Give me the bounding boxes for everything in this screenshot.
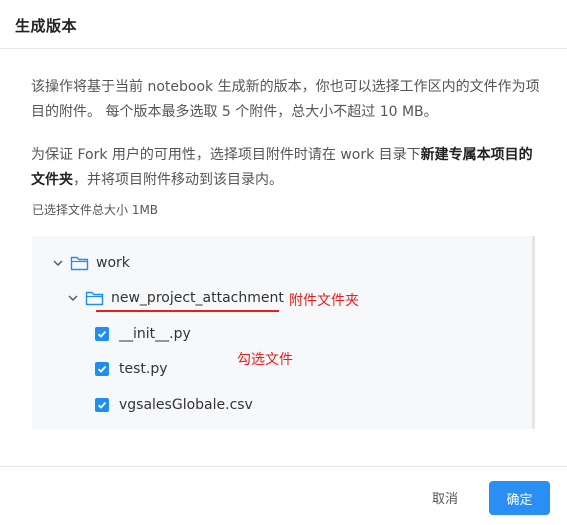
chevron-down-icon[interactable] <box>67 292 79 304</box>
checkmark-icon <box>97 401 107 409</box>
file-checkbox[interactable] <box>95 398 109 412</box>
tree-node-new-project-attachment[interactable]: new_project_attachment <box>67 286 284 310</box>
tree-file-row[interactable]: __init__.py <box>95 322 191 346</box>
file-tree: work new_project_attachment __init__.py … <box>32 236 535 429</box>
chevron-down-icon[interactable] <box>52 257 64 269</box>
annotation-folder-note: 附件文件夹 <box>289 293 359 309</box>
annotation-files-note: 勾选文件 <box>237 352 293 368</box>
cancel-button[interactable]: 取消 <box>416 481 474 513</box>
tree-file-row[interactable]: vgsalesGlobale.csv <box>95 393 253 417</box>
description-paragraph: 该操作将基于当前 notebook 生成新的版本，你也可以选择工作区内的文件作为… <box>31 79 540 120</box>
confirm-button[interactable]: 确定 <box>489 481 550 515</box>
fork-hint-prefix: 为保证 Fork 用户的可用性，选择项目附件时请在 work 目录下 <box>31 147 421 163</box>
dialog-title: 生成版本 <box>15 17 78 35</box>
file-label: __init__.py <box>119 326 191 342</box>
tree-node-work[interactable]: work <box>52 251 130 275</box>
file-label: vgsalesGlobale.csv <box>119 397 253 413</box>
selected-size-text: 已选择文件总大小 1MB <box>32 203 159 217</box>
fork-hint-suffix: ，并将项目附件移动到该目录内。 <box>73 172 283 188</box>
dialog-header: 生成版本 <box>0 0 567 49</box>
tree-node-label: work <box>96 255 130 271</box>
file-checkbox[interactable] <box>95 362 109 376</box>
tree-node-label: new_project_attachment <box>111 290 284 306</box>
tree-file-row[interactable]: test.py <box>95 357 168 381</box>
checkmark-icon <box>97 330 107 338</box>
fork-hint-paragraph: 为保证 Fork 用户的可用性，选择项目附件时请在 work 目录下新建专属本项… <box>31 143 546 193</box>
file-label: test.py <box>119 361 168 377</box>
dialog-footer: 取消 确定 <box>0 466 567 525</box>
folder-icon <box>70 256 89 271</box>
annotation-underline <box>96 310 279 312</box>
checkmark-icon <box>97 365 107 373</box>
generate-version-dialog: 生成版本 该操作将基于当前 notebook 生成新的版本，你也可以选择工作区内… <box>0 0 567 525</box>
folder-icon <box>85 291 104 306</box>
file-checkbox[interactable] <box>95 327 109 341</box>
tree-scrollbar[interactable] <box>532 236 535 429</box>
